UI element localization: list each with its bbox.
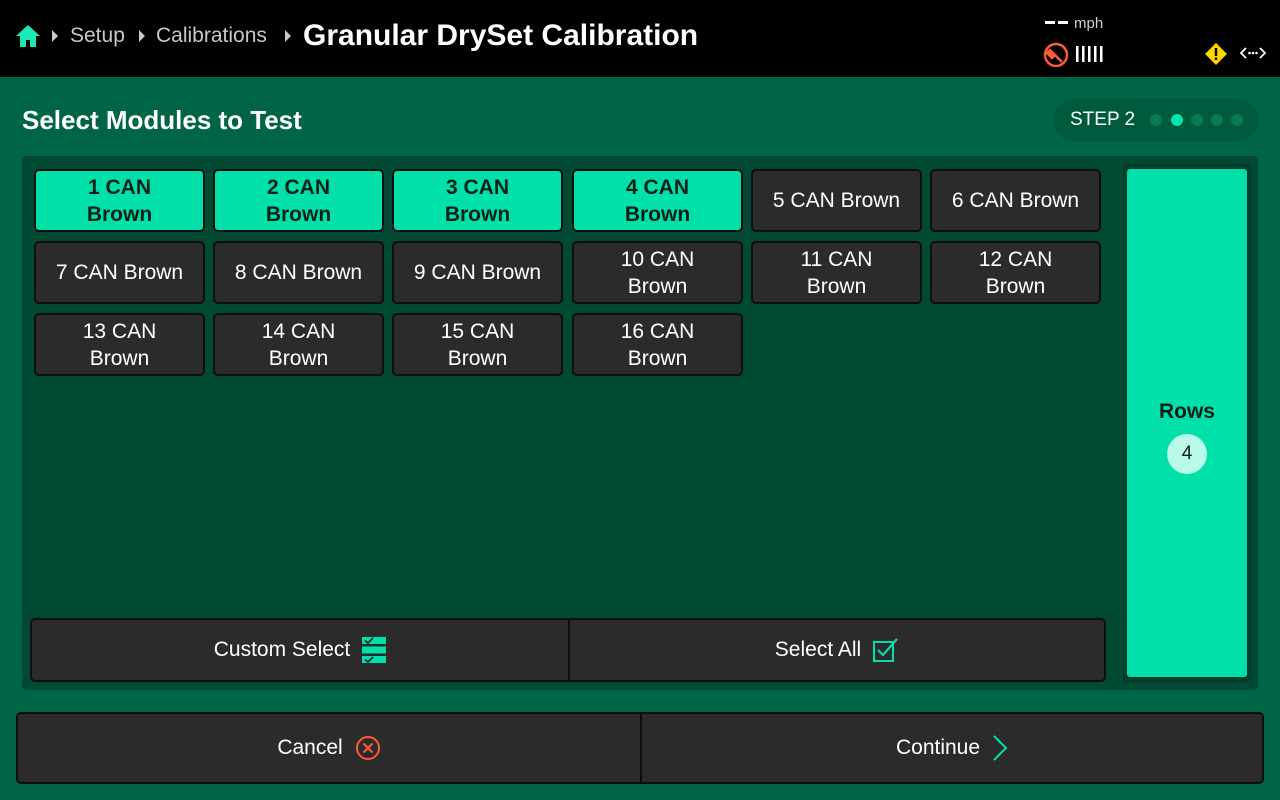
module-panel: 1 CAN Brown 2 CAN Brown 3 CAN Brown 4 CAN B… [22, 156, 1258, 690]
module-button[interactable]: 14 CAN Brown [213, 313, 384, 376]
gps-satellite-icon[interactable] [1043, 41, 1069, 67]
module-label: 14 CAN Brown [261, 319, 336, 370]
module-button[interactable]: 12 CAN Brown [930, 241, 1101, 304]
breadcrumb-calibrations[interactable]: Calibrations [156, 22, 267, 50]
module-label: 12 CAN Brown [978, 247, 1053, 298]
module-label: 3 CAN Brown [444, 175, 511, 226]
module-button[interactable]: 6 CAN Brown [930, 169, 1101, 232]
module-button[interactable]: 9 CAN Brown [392, 241, 563, 304]
step-indicator: STEP 2 [1053, 99, 1258, 141]
custom-select-icon [362, 637, 387, 663]
chevron-right-icon [285, 30, 291, 42]
checkbox-checked-icon [873, 638, 899, 662]
select-all-button[interactable]: Select All [570, 620, 1104, 680]
footer-bar: Cancel Continue [16, 712, 1264, 784]
module-button[interactable]: 7 CAN Brown [34, 241, 205, 304]
module-button[interactable]: 10 CAN Brown [572, 241, 743, 304]
chevron-right-icon [139, 30, 145, 42]
module-button[interactable]: 4 CAN Brown [572, 169, 743, 232]
cancel-button[interactable]: Cancel [18, 714, 640, 782]
speed-value [1045, 21, 1069, 25]
module-button[interactable]: 11 CAN Brown [751, 241, 922, 304]
module-button[interactable]: 15 CAN Brown [392, 313, 563, 376]
step-label: STEP 2 [1070, 109, 1136, 130]
rows-count-badge: 4 [1167, 434, 1207, 474]
signal-bars-icon [1076, 46, 1103, 62]
module-label: 13 CAN Brown [82, 319, 157, 370]
module-button[interactable]: 2 CAN Brown [213, 169, 384, 232]
speed-unit: mph [1074, 15, 1104, 32]
page-title: Granular DrySet Calibration [303, 19, 699, 52]
step-dot-4 [1211, 114, 1223, 126]
select-all-label: Select All [774, 638, 862, 661]
rows-label: Rows [1158, 400, 1215, 423]
module-label: 6 CAN Brown [951, 189, 1080, 212]
rows-button[interactable]: Rows 4 [1127, 169, 1247, 677]
chevron-right-icon [993, 735, 1008, 761]
module-label: 11 CAN Brown [800, 247, 873, 298]
custom-select-button[interactable]: Custom Select [32, 620, 568, 680]
warning-icon[interactable] [1205, 43, 1227, 65]
cancel-label: Cancel [277, 736, 343, 759]
custom-select-label: Custom Select [213, 638, 351, 661]
module-label: 5 CAN Brown [772, 189, 901, 212]
module-button[interactable]: 16 CAN Brown [572, 313, 743, 376]
module-label: 9 CAN Brown [413, 261, 542, 284]
module-button[interactable]: 5 CAN Brown [751, 169, 922, 232]
module-label: 2 CAN Brown [265, 175, 332, 226]
module-button[interactable]: 8 CAN Brown [213, 241, 384, 304]
module-label: 8 CAN Brown [234, 261, 363, 284]
module-label: 1 CAN Brown [86, 175, 153, 226]
module-label: 10 CAN Brown [620, 247, 695, 298]
continue-button[interactable]: Continue [642, 714, 1262, 782]
connection-arrows-icon[interactable] [1240, 46, 1266, 60]
section-title: Select Modules to Test [22, 105, 302, 135]
home-icon[interactable] [15, 23, 41, 49]
step-dot-5 [1231, 114, 1243, 126]
top-bar: Setup Calibrations Granular DrySet Calib… [0, 0, 1280, 77]
module-button[interactable]: 13 CAN Brown [34, 313, 205, 376]
rows-column: Rows 4 [1123, 164, 1251, 682]
continue-label: Continue [895, 736, 981, 759]
step-dot-1 [1150, 114, 1162, 126]
selection-action-bar: Custom Select Select All [30, 618, 1106, 682]
step-dot-2-active [1171, 114, 1183, 126]
module-button[interactable]: 1 CAN Brown [34, 169, 205, 232]
module-label: 7 CAN Brown [55, 261, 184, 284]
module-button[interactable]: 3 CAN Brown [392, 169, 563, 232]
module-label: 15 CAN Brown [440, 319, 515, 370]
step-dot-3 [1191, 114, 1203, 126]
chevron-right-icon [52, 30, 58, 42]
breadcrumb-setup[interactable]: Setup [70, 22, 125, 50]
module-label: 4 CAN Brown [624, 175, 691, 226]
cancel-circle-x-icon [355, 736, 380, 760]
module-label: 16 CAN Brown [620, 319, 695, 370]
